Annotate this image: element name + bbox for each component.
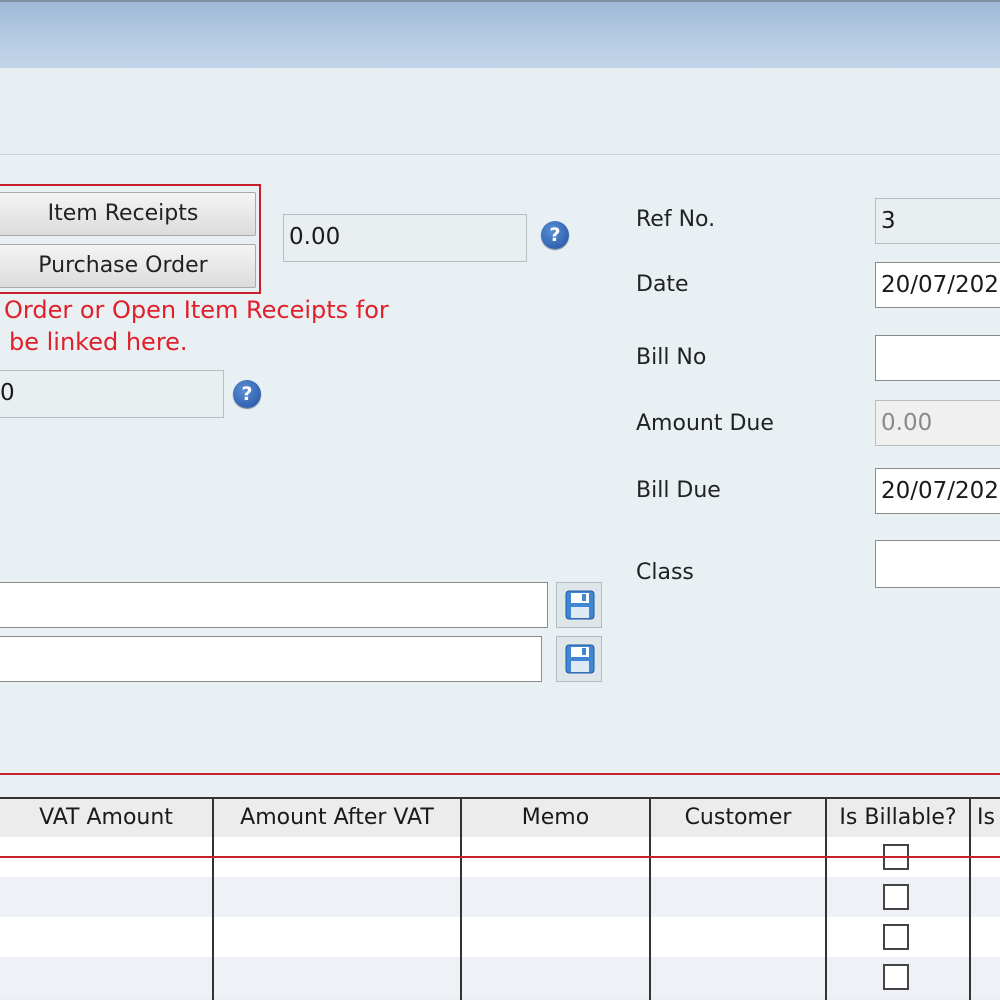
- save-button[interactable]: [556, 636, 602, 682]
- floppy-disk-icon: [565, 644, 595, 674]
- bill-no-label: Bill No: [636, 345, 707, 370]
- is-billable-checkbox[interactable]: [883, 884, 909, 910]
- bill-due-field[interactable]: 20/07/2023: [875, 468, 1000, 514]
- linked-amount-field[interactable]: 0.00: [283, 214, 527, 262]
- purchase-order-button[interactable]: Purchase Order: [0, 244, 256, 288]
- amount-due-label: Amount Due: [636, 411, 774, 436]
- date-label: Date: [636, 272, 689, 297]
- column-divider: [969, 837, 971, 1000]
- bill-no-field[interactable]: [875, 335, 1000, 381]
- help-icon[interactable]: ?: [541, 221, 569, 249]
- highlight-box-grid-header: [0, 773, 1000, 858]
- ref-no-label: Ref No.: [636, 207, 716, 232]
- window-titlebar: [0, 0, 1000, 70]
- divider: [0, 154, 1000, 155]
- toolbar-area: [0, 68, 1000, 154]
- secondary-amount-field[interactable]: 0: [0, 370, 224, 418]
- amount-due-field: 0.00: [875, 400, 1000, 446]
- ref-no-field[interactable]: 3: [875, 198, 1000, 244]
- table-row[interactable]: [0, 957, 1000, 997]
- help-icon[interactable]: ?: [233, 380, 261, 408]
- column-divider: [649, 837, 651, 1000]
- column-divider: [212, 837, 214, 1000]
- link-note-line1: Order or Open Item Receipts for: [4, 296, 389, 324]
- class-label: Class: [636, 560, 694, 585]
- date-field[interactable]: 20/07/2023: [875, 262, 1000, 308]
- table-row[interactable]: [0, 877, 1000, 917]
- is-billable-checkbox[interactable]: [883, 924, 909, 950]
- class-field[interactable]: [875, 540, 1000, 588]
- memo-field[interactable]: [0, 582, 548, 628]
- item-receipts-button[interactable]: Item Receipts: [0, 192, 256, 236]
- link-note-line2: be linked here.: [9, 328, 188, 356]
- column-divider: [825, 837, 827, 1000]
- save-button[interactable]: [556, 582, 602, 628]
- is-billable-checkbox[interactable]: [883, 964, 909, 990]
- bill-due-label: Bill Due: [636, 478, 721, 503]
- column-divider: [460, 837, 462, 1000]
- table-row[interactable]: [0, 917, 1000, 957]
- memo-field[interactable]: [0, 636, 542, 682]
- floppy-disk-icon: [565, 590, 595, 620]
